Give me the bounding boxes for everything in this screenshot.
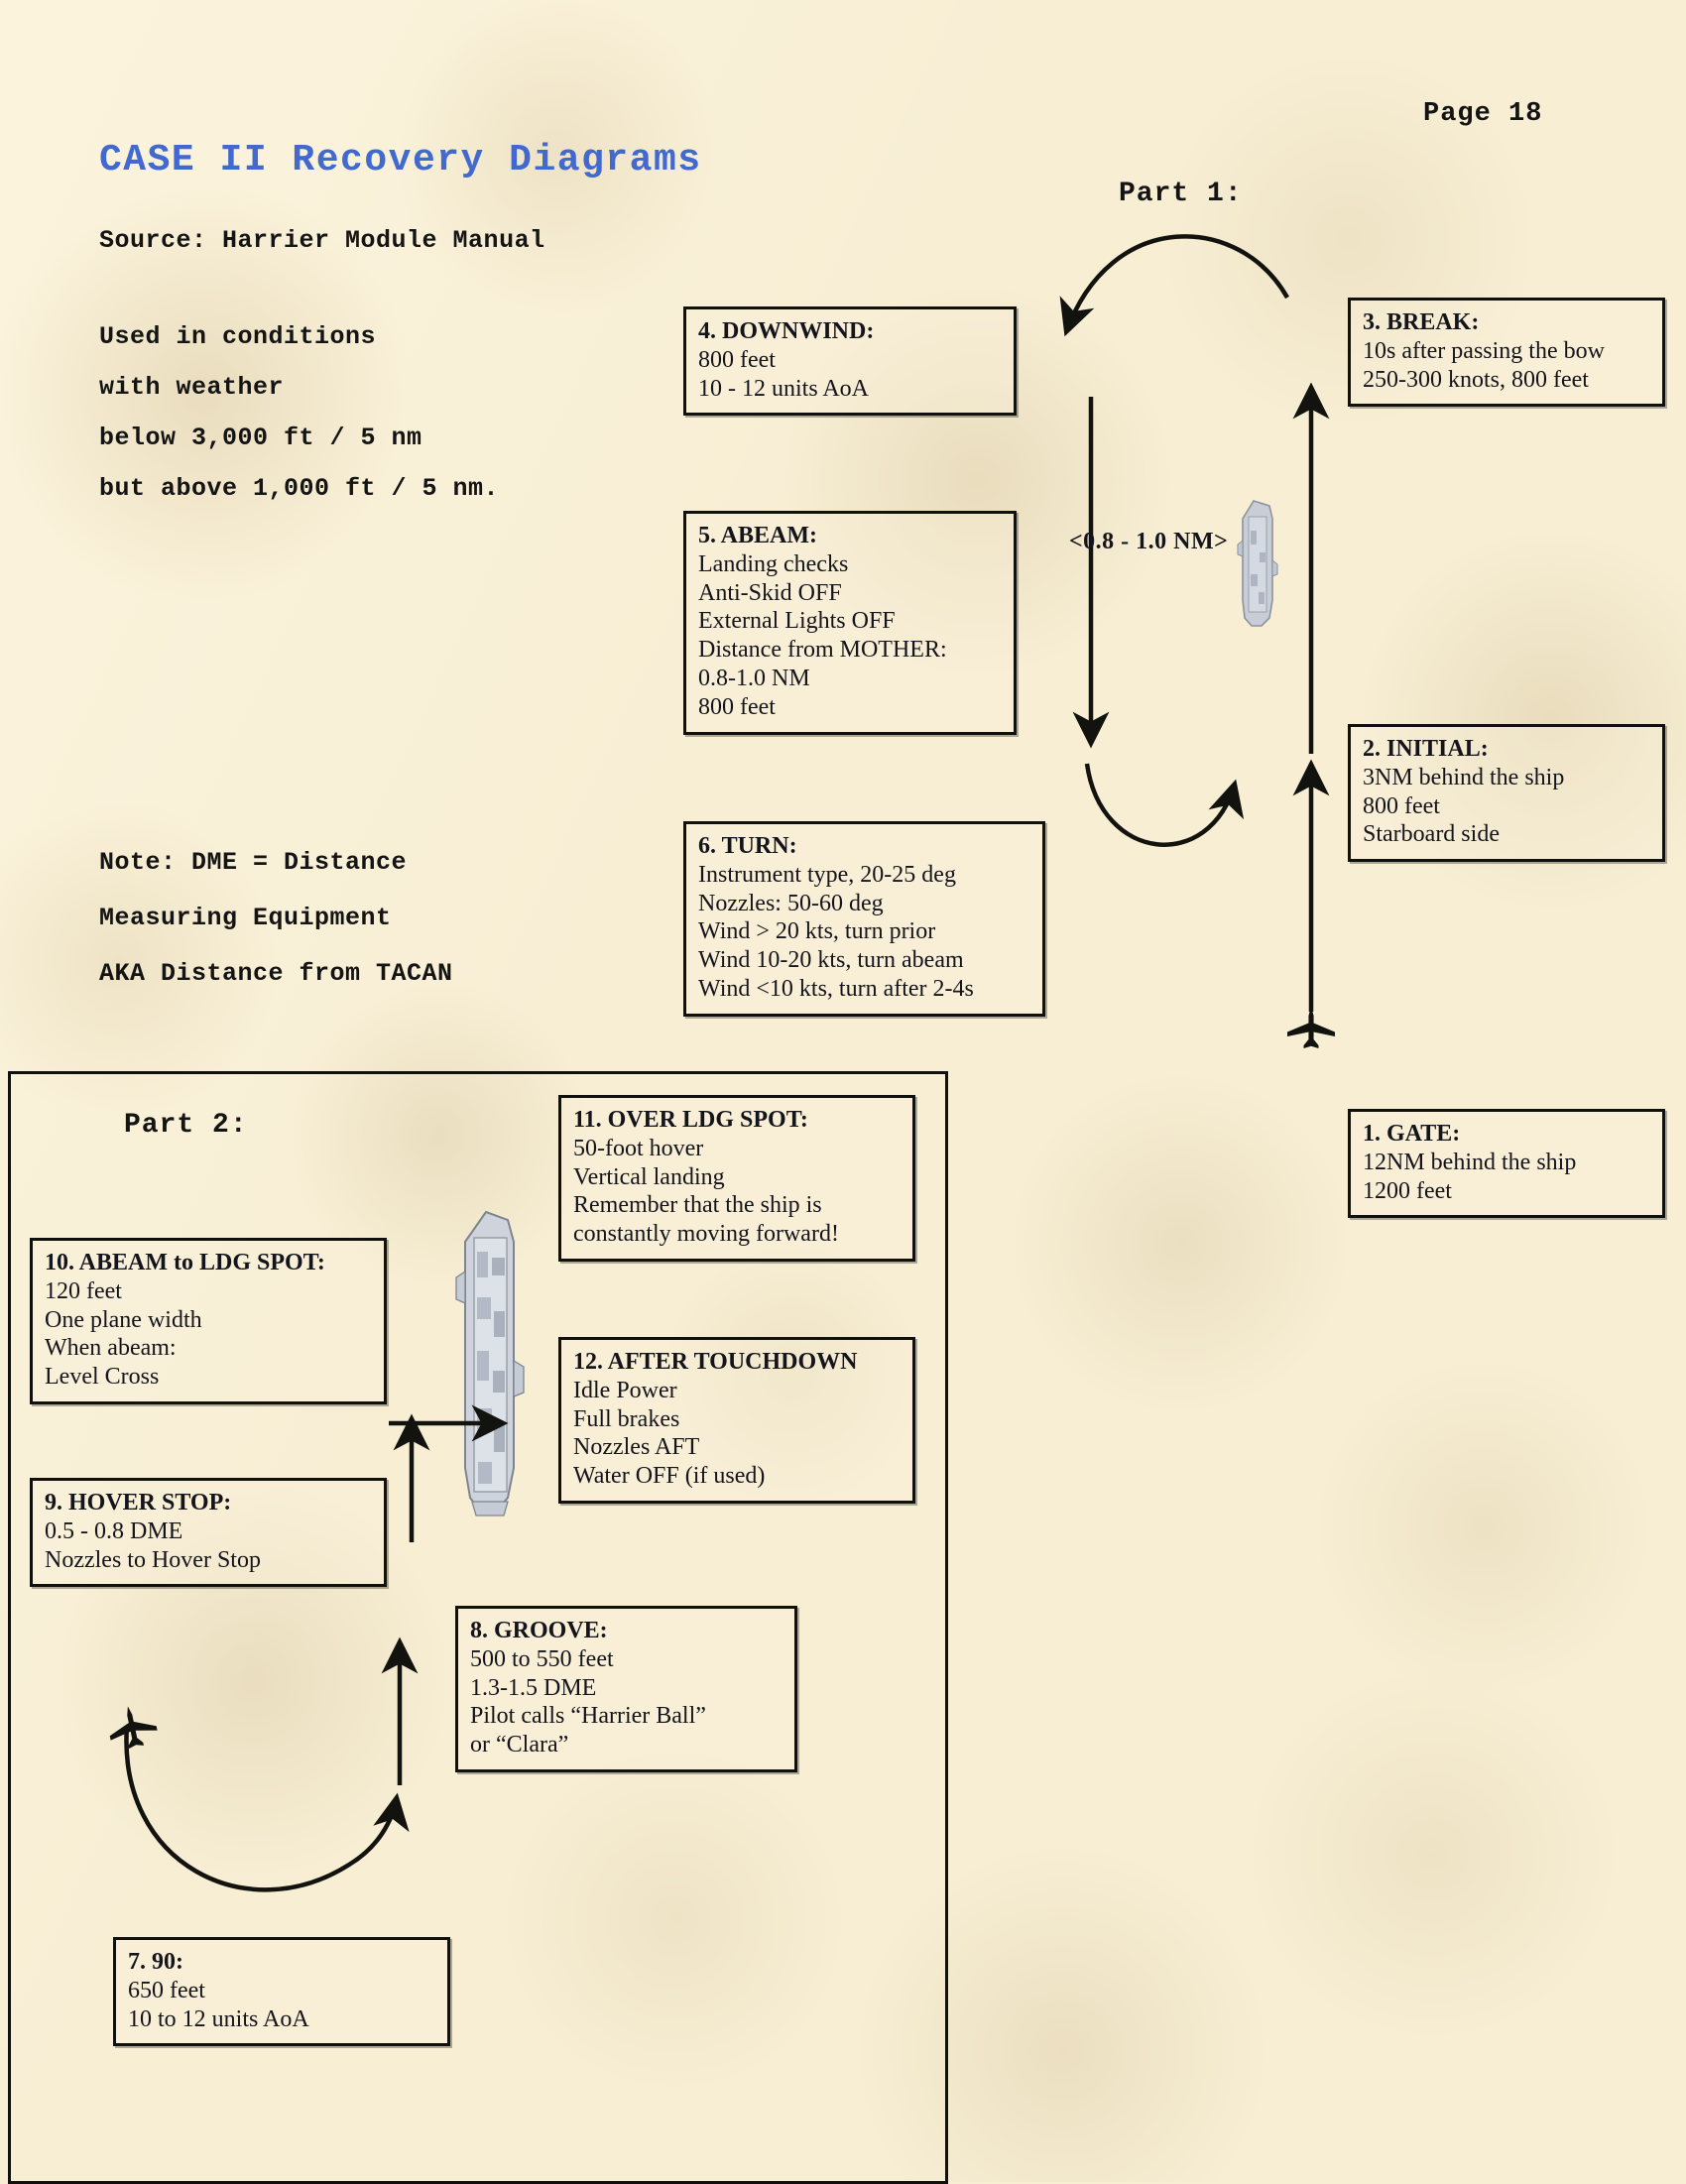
box-ninety-line-2: 10 to 12 units AoA bbox=[128, 2005, 309, 2032]
box-break-title: 3. BREAK: bbox=[1363, 309, 1480, 335]
box-after-touchdown-line-2: Full brakes bbox=[573, 1405, 680, 1432]
box-abeam-line-2: Anti-Skid OFF bbox=[698, 579, 842, 606]
aircraft-icon-part1 bbox=[1287, 1007, 1335, 1048]
box-initial[interactable]: 2. INITIAL: 3NM behind the ship 800 feet… bbox=[1348, 724, 1665, 863]
box-groove-line-2: 1.3-1.5 DME bbox=[470, 1674, 597, 1701]
box-break-line-1: 10s after passing the bow bbox=[1363, 337, 1605, 364]
distance-annotation: <0.8 - 1.0 NM> bbox=[1069, 529, 1229, 554]
conditions-line-1: Used in conditions bbox=[99, 322, 377, 351]
box-abeam-ldg-spot-line-2: One plane width bbox=[45, 1306, 202, 1333]
box-turn-line-1: Instrument type, 20-25 deg bbox=[698, 861, 956, 888]
box-after-touchdown-line-3: Nozzles AFT bbox=[573, 1434, 700, 1461]
arrow-turn-bottom-curve bbox=[1084, 763, 1245, 847]
page-number: Page 18 bbox=[1423, 99, 1543, 129]
box-abeam-line-6: 800 feet bbox=[698, 693, 776, 720]
box-initial-line-3: Starboard side bbox=[1363, 821, 1500, 848]
box-abeam-title: 5. ABEAM: bbox=[698, 523, 817, 548]
box-after-touchdown-title: 12. AFTER TOUCHDOWN bbox=[573, 1349, 858, 1375]
box-groove-line-3: Pilot calls “Harrier Ball” bbox=[470, 1703, 706, 1730]
box-downwind-line-1: 800 feet bbox=[698, 346, 776, 373]
source-line: Source: Harrier Module Manual bbox=[99, 226, 545, 255]
box-groove-title: 8. GROOVE: bbox=[470, 1618, 608, 1643]
part-2-label: Part 2: bbox=[124, 1110, 248, 1141]
box-over-ldg-spot-title: 11. OVER LDG SPOT: bbox=[573, 1107, 808, 1133]
box-over-ldg-spot[interactable]: 11. OVER LDG SPOT: 50-foot hover Vertica… bbox=[558, 1095, 915, 1262]
box-after-touchdown-line-4: Water OFF (if used) bbox=[573, 1463, 766, 1490]
box-abeam-ldg-spot-line-1: 120 feet bbox=[45, 1277, 122, 1304]
box-hover-stop-line-2: Nozzles to Hover Stop bbox=[45, 1546, 261, 1573]
box-abeam-line-3: External Lights OFF bbox=[698, 608, 896, 635]
box-abeam-ldg-spot-line-3: When abeam: bbox=[45, 1335, 177, 1362]
conditions-line-2: with weather bbox=[99, 373, 285, 402]
box-gate-line-1: 12NM behind the ship bbox=[1363, 1149, 1577, 1175]
page-title: CASE II Recovery Diagrams bbox=[99, 139, 702, 182]
box-initial-line-2: 800 feet bbox=[1363, 792, 1440, 819]
box-turn-line-5: Wind <10 kts, turn after 2-4s bbox=[698, 975, 974, 1002]
box-turn[interactable]: 6. TURN: Instrument type, 20-25 deg Nozz… bbox=[683, 821, 1045, 1017]
box-abeam-ldg-spot-title: 10. ABEAM to LDG SPOT: bbox=[45, 1250, 325, 1275]
conditions-line-4: but above 1,000 ft / 5 nm. bbox=[99, 474, 500, 503]
dme-note-line-2: Measuring Equipment bbox=[99, 904, 392, 932]
box-over-ldg-spot-line-4: constantly moving forward! bbox=[573, 1221, 839, 1248]
box-abeam-ldg-spot-line-4: Level Cross bbox=[45, 1364, 160, 1391]
box-abeam[interactable]: 5. ABEAM: Landing checks Anti-Skid OFF E… bbox=[683, 511, 1017, 735]
box-downwind-line-2: 10 - 12 units AoA bbox=[698, 375, 870, 402]
box-turn-title: 6. TURN: bbox=[698, 833, 797, 859]
box-abeam-line-4: Distance from MOTHER: bbox=[698, 637, 947, 664]
dme-note-line-1: Note: DME = Distance bbox=[99, 848, 408, 877]
box-over-ldg-spot-line-3: Remember that the ship is bbox=[573, 1192, 822, 1219]
box-initial-title: 2. INITIAL: bbox=[1363, 736, 1489, 762]
box-groove[interactable]: 8. GROOVE: 500 to 550 feet 1.3-1.5 DME P… bbox=[455, 1606, 797, 1772]
box-ninety[interactable]: 7. 90: 650 feet 10 to 12 units AoA bbox=[113, 1937, 450, 2047]
box-hover-stop-line-1: 0.5 - 0.8 DME bbox=[45, 1517, 183, 1544]
box-hover-stop-title: 9. HOVER STOP: bbox=[45, 1490, 232, 1516]
box-hover-stop[interactable]: 9. HOVER STOP: 0.5 - 0.8 DME Nozzles to … bbox=[30, 1478, 387, 1588]
box-over-ldg-spot-line-1: 50-foot hover bbox=[573, 1135, 704, 1161]
dme-note-line-3: AKA Distance from TACAN bbox=[99, 959, 453, 988]
box-abeam-line-5: 0.8-1.0 NM bbox=[698, 665, 810, 691]
box-initial-line-1: 3NM behind the ship bbox=[1363, 764, 1565, 790]
ship-icon-part1 bbox=[1237, 500, 1278, 627]
box-turn-line-2: Nozzles: 50-60 deg bbox=[698, 890, 884, 916]
part-1-label: Part 1: bbox=[1119, 179, 1243, 209]
box-downwind-title: 4. DOWNWIND: bbox=[698, 318, 875, 344]
box-ninety-title: 7. 90: bbox=[128, 1949, 183, 1975]
box-gate-line-2: 1200 feet bbox=[1363, 1177, 1452, 1204]
box-break[interactable]: 3. BREAK: 10s after passing the bow 250-… bbox=[1348, 298, 1665, 408]
conditions-line-3: below 3,000 ft / 5 nm bbox=[99, 424, 422, 452]
box-abeam-line-1: Landing checks bbox=[698, 550, 849, 577]
box-over-ldg-spot-line-2: Vertical landing bbox=[573, 1163, 725, 1190]
box-groove-line-1: 500 to 550 feet bbox=[470, 1645, 614, 1672]
box-gate-title: 1. GATE: bbox=[1363, 1121, 1461, 1147]
box-gate[interactable]: 1. GATE: 12NM behind the ship 1200 feet bbox=[1348, 1109, 1665, 1219]
box-ninety-line-1: 650 feet bbox=[128, 1977, 205, 2003]
box-downwind[interactable]: 4. DOWNWIND: 800 feet 10 - 12 units AoA bbox=[683, 306, 1017, 417]
box-abeam-ldg-spot[interactable]: 10. ABEAM to LDG SPOT: 120 feet One plan… bbox=[30, 1238, 387, 1404]
box-after-touchdown-line-1: Idle Power bbox=[573, 1377, 677, 1403]
box-after-touchdown[interactable]: 12. AFTER TOUCHDOWN Idle Power Full brak… bbox=[558, 1337, 915, 1504]
box-break-line-2: 250-300 knots, 800 feet bbox=[1363, 366, 1589, 393]
box-turn-line-4: Wind 10-20 kts, turn abeam bbox=[698, 947, 964, 974]
box-groove-line-4: or “Clara” bbox=[470, 1732, 569, 1759]
box-turn-line-3: Wind > 20 kts, turn prior bbox=[698, 918, 936, 945]
arrow-break-to-downwind bbox=[1059, 234, 1289, 337]
